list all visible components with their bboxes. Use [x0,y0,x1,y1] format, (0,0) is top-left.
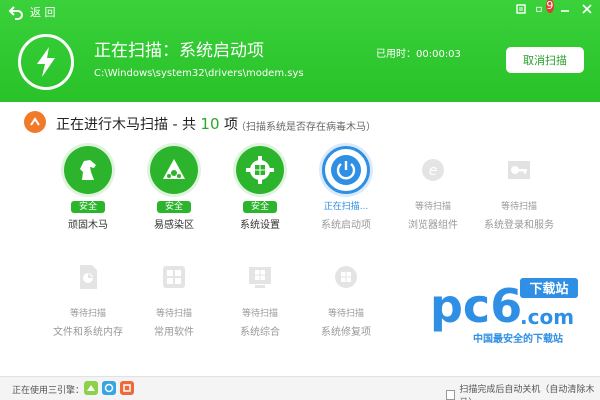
avira-engine-icon[interactable] [120,381,134,395]
scan-item-login-services: 等待扫描 系统登录和服务 [474,146,564,231]
section-title: 正在进行木马扫描 - 共 10 项 [56,114,238,134]
status-label: 等待扫描 [241,309,278,319]
pc6-watermark-logo: pc6 .com 下载站 中国最安全的下载站 [428,270,588,350]
window-controls: 9 [514,0,594,16]
windows-icon [236,253,284,301]
item-name: 易感染区 [154,220,194,231]
auto-shutdown-checkbox[interactable] [446,390,456,400]
scan-item-system-general: 等待扫描 系统综合 [215,253,305,338]
gear-windows-icon [236,146,284,194]
trojan-scan-icon [24,111,46,133]
status-label: 等待扫描 [414,202,451,212]
qvm-engine-icon[interactable] [102,381,116,395]
status-label: 等待扫描 [69,309,106,319]
scan-item-infection-area: 安全 易感染区 [129,146,219,231]
item-name: 系统登录和服务 [484,220,554,231]
close-icon[interactable] [580,2,594,16]
item-name: 常用软件 [154,327,194,338]
back-arrow-icon [8,6,23,20]
key-icon [495,146,543,194]
watermark-tag: 下载站 [529,281,568,297]
lightning-icon [18,34,74,90]
scan-item-system-repair: 等待扫描 系统修复项 [301,253,391,338]
cloud-engine-icon[interactable] [84,381,98,395]
status-badge: 安全 [70,201,105,213]
back-button[interactable]: 返 回 [8,4,56,20]
scan-item-startup: 正在扫描... 系统启动项 [301,146,391,231]
section-title-prefix: 正在进行木马扫描 - 共 [56,117,201,133]
notification-badge: 9 [545,0,554,13]
file-icon [64,253,112,301]
scan-item-stubborn-trojan: 安全 顽固木马 [43,146,133,231]
status-label: 等待扫描 [155,309,192,319]
ie-icon: e [409,146,457,194]
item-name: 系统设置 [240,220,280,231]
engine-label: 正在使用三引擎： [12,386,85,396]
auto-shutdown-option[interactable]: 扫描完成后自动关机（自动清除木马） [446,382,600,400]
status-badge: 安全 [156,201,191,213]
item-name: 顽固木马 [68,220,108,231]
status-label: 等待扫描 [500,202,537,212]
scan-header: 返 回 9 正在扫描：系统启动项 C:\Windows\system32\dri… [0,0,600,102]
infection-icon [150,146,198,194]
scan-item-common-software: 等待扫描 常用软件 [129,253,219,338]
item-name: 系统综合 [240,327,280,338]
cancel-scan-button[interactable]: 取消扫描 [506,47,584,73]
back-label: 返 回 [30,6,56,19]
apps-icon [150,253,198,301]
scan-item-browser: e 等待扫描 浏览器组件 [388,146,478,231]
svg-text:e: e [429,163,438,179]
horse-icon [64,146,112,194]
watermark-slogan: 中国最安全的下载站 [473,332,563,345]
item-name: 浏览器组件 [408,220,458,231]
status-label: 正在扫描... [323,202,369,212]
item-name: 系统修复项 [321,327,371,338]
scan-title: 正在扫描：系统启动项 [94,41,264,61]
section-hint: （扫描系统是否存在病毒木马） [236,122,376,133]
scan-item-system-settings: 安全 系统设置 [215,146,305,231]
watermark-brand: pc6 [430,279,522,333]
auto-shutdown-label: 扫描完成后自动关机（自动清除木马） [459,385,595,400]
menu-icon[interactable] [514,2,528,16]
scan-file-path: C:\Windows\system32\drivers\modem.sys [94,68,304,79]
status-label: 等待扫描 [327,309,364,319]
power-icon [322,146,370,194]
notification-icon[interactable]: 9 [536,0,554,16]
watermark-dotcom: .com [520,305,574,329]
elapsed-time: 已用时：00:00:03 [376,49,461,60]
item-name: 系统启动项 [321,220,371,231]
item-name: 文件和系统内存 [53,327,123,338]
repair-icon [322,253,370,301]
item-count: 10 [200,115,220,133]
minimize-icon[interactable] [558,2,572,16]
status-footer: 正在使用三引擎： 扫描完成后自动关机（自动清除木马） [0,376,600,400]
scan-item-file-memory: 等待扫描 文件和系统内存 [43,253,133,338]
status-badge: 安全 [242,201,277,213]
